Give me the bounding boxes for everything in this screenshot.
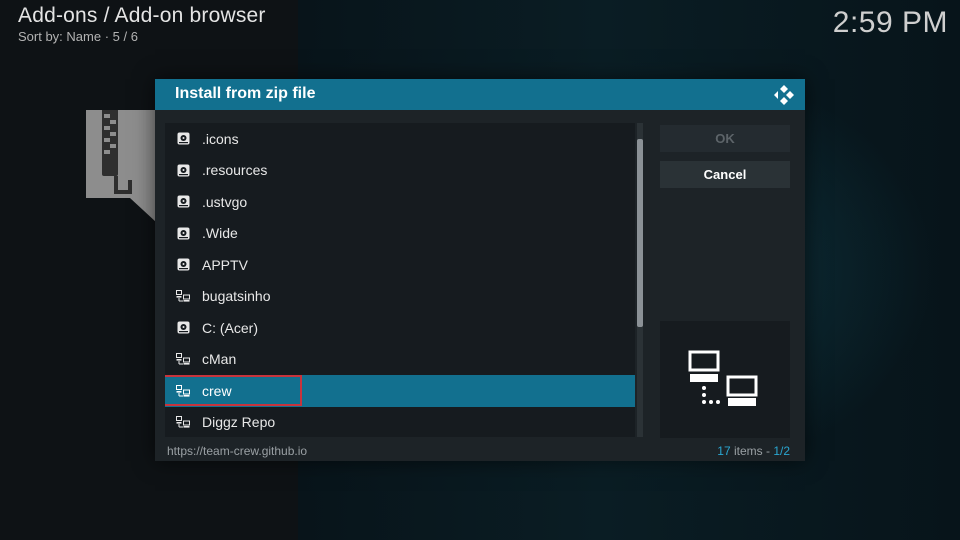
cancel-button[interactable]: Cancel bbox=[660, 161, 790, 188]
hard-drive-icon bbox=[176, 258, 190, 272]
list-item-label: .icons bbox=[202, 130, 239, 147]
list-item[interactable]: Diggz Repo bbox=[165, 407, 635, 438]
zip-file-icon bbox=[86, 110, 156, 222]
network-source-icon bbox=[176, 352, 190, 366]
list-item[interactable]: .Wide bbox=[165, 218, 635, 250]
item-count-number: 17 bbox=[717, 444, 731, 458]
list-item-label: bugatsinho bbox=[202, 288, 271, 305]
list-item-label: cMan bbox=[202, 351, 237, 368]
item-count: 17 items - 1/2 bbox=[717, 444, 790, 458]
dialog-title: Install from zip file bbox=[175, 85, 316, 102]
dialog-header: Install from zip file bbox=[155, 79, 805, 110]
page-indicator: 1/2 bbox=[773, 444, 790, 458]
list-item[interactable]: .ustvgo bbox=[165, 186, 635, 218]
list-item-label: .ustvgo bbox=[202, 193, 248, 210]
breadcrumb-title: Add-ons / Add-on browser bbox=[18, 4, 266, 27]
list-item-label: .Wide bbox=[202, 225, 238, 242]
header: Add-ons / Add-on browser Sort by: Name ·… bbox=[18, 4, 266, 44]
list-item-label: Diggz Repo bbox=[202, 414, 276, 431]
item-count-suffix: items - bbox=[730, 444, 774, 458]
list-item[interactable]: C: (Acer) bbox=[165, 312, 635, 344]
list-item-label: C: (Acer) bbox=[202, 319, 258, 336]
network-source-icon bbox=[176, 289, 190, 303]
scrollbar-thumb[interactable] bbox=[637, 139, 643, 327]
selected-source-url: https://team-crew.github.io bbox=[167, 444, 308, 458]
install-from-zip-dialog: Install from zip file .icons .resources … bbox=[155, 79, 805, 461]
list-scrollbar[interactable] bbox=[637, 123, 643, 437]
hard-drive-icon bbox=[176, 132, 190, 146]
list-item[interactable]: cMan bbox=[165, 344, 635, 376]
hard-drive-icon bbox=[176, 195, 190, 209]
list-item[interactable]: .resources bbox=[165, 155, 635, 187]
ok-button[interactable]: OK bbox=[660, 125, 790, 152]
list-item-label: .resources bbox=[202, 162, 268, 179]
list-item[interactable]: APPTV bbox=[165, 249, 635, 281]
network-preview-icon bbox=[688, 350, 758, 406]
hard-drive-icon bbox=[176, 321, 190, 335]
clock: 2:59 PM bbox=[832, 6, 948, 39]
network-source-icon bbox=[176, 415, 190, 429]
hard-drive-icon bbox=[176, 163, 190, 177]
list-item[interactable]: .icons bbox=[165, 123, 635, 155]
source-list: .icons .resources .ustvgo .Wide APPTV bu… bbox=[165, 123, 635, 437]
sort-info: Sort by: Name · 5 / 6 bbox=[18, 29, 138, 44]
list-item-selected[interactable]: crew bbox=[165, 375, 635, 407]
list-item[interactable]: bugatsinho bbox=[165, 281, 635, 313]
kodi-logo-icon bbox=[774, 85, 794, 105]
hard-drive-icon bbox=[176, 226, 190, 240]
list-item-label: APPTV bbox=[202, 256, 248, 273]
selection-highlight-outline bbox=[165, 375, 302, 406]
source-preview bbox=[660, 321, 790, 438]
